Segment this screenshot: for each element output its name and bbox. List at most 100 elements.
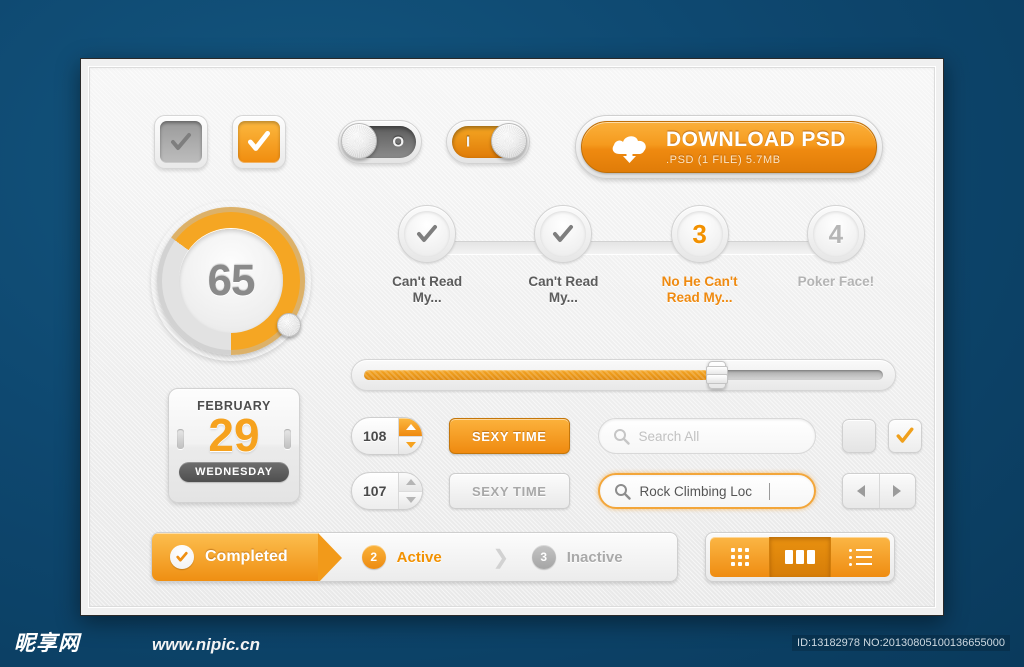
breadcrumb-label-inactive: Inactive (566, 548, 623, 566)
gauge-knob-icon[interactable] (277, 313, 301, 337)
calendar-ring-right (284, 429, 291, 449)
step-circle-4[interactable]: 4 (806, 205, 865, 263)
calendar-weekday: WEDNESDAY (179, 462, 289, 482)
watermark-id: ID:13182978 NO:20130805100136655000 (792, 635, 1010, 651)
breadcrumb-label-active: Active (396, 548, 442, 566)
small-checkbox-checked[interactable] (887, 419, 922, 453)
triangle-down-icon (405, 442, 416, 449)
column-view-button[interactable] (770, 537, 831, 577)
checkbox-orange[interactable] (232, 115, 286, 169)
step-item-4[interactable]: 4 Poker Face! (768, 205, 904, 306)
small-checkbox-empty[interactable] (841, 419, 876, 453)
download-psd-button[interactable]: DOWNLOAD PSD .PSD (1 FILE) 5.7MB (581, 121, 877, 173)
download-subtitle: .PSD (1 FILE) 5.7MB (666, 154, 781, 166)
step-item-1[interactable]: Can't Read My... (359, 205, 564, 306)
list-icon (848, 548, 872, 566)
breadcrumb-badge-3: 3 (531, 545, 556, 569)
stepper-up-button-2[interactable] (399, 473, 422, 492)
stepper-value-1: 108 (363, 428, 387, 444)
step-inner-2 (540, 211, 587, 257)
checkbox-gray-well (160, 121, 202, 163)
download-title: DOWNLOAD PSD (666, 128, 846, 151)
stepper-value-2: 107 (363, 483, 387, 499)
download-text-group: DOWNLOAD PSD .PSD (1 FILE) 5.7MB (666, 128, 846, 166)
check-icon (171, 133, 191, 150)
search-input-all[interactable]: Search All (597, 418, 816, 454)
next-button[interactable] (878, 474, 915, 508)
toggle-switch-on[interactable]: I (446, 120, 530, 164)
number-stepper-107[interactable]: 107 (351, 472, 423, 510)
step-inner-3: 3 (676, 211, 723, 257)
toggle-off-mark: O (392, 133, 404, 151)
toggle-switch-off[interactable]: O (338, 120, 422, 164)
check-icon (553, 225, 574, 242)
form-row-1: 108 SEXY TIME Search All (351, 417, 922, 455)
watermark-url: www.nipic.cn (152, 635, 260, 654)
breadcrumb-item-inactive[interactable]: 3 Inactive (514, 533, 623, 581)
step-inner-1 (404, 211, 451, 257)
step-label-2: Can't Read My... (528, 274, 599, 305)
triangle-left-icon (856, 485, 865, 497)
prev-button[interactable] (843, 474, 879, 508)
gauge-center: 65 (179, 229, 283, 333)
progress-slider[interactable] (351, 359, 896, 391)
sexy-time-button-disabled[interactable]: SEXY TIME (449, 473, 570, 509)
list-view-button[interactable] (830, 537, 890, 577)
toggle-on-mark: I (466, 133, 471, 151)
stepper-down-button-2[interactable] (399, 491, 422, 509)
triangle-right-icon (893, 485, 902, 497)
footer-watermark: 昵享网 www.nipic.cn ID:13182978 NO:20130805… (0, 619, 1024, 667)
slider-track[interactable] (364, 361, 883, 389)
panel-inner-surface: O I DOWNLOAD PSD .PSD (1 FILE) 5.7MB 65 … (88, 66, 936, 608)
step-item-3[interactable]: 3 No He Can't Read My... (632, 205, 836, 306)
checkbox-orange-well (238, 121, 280, 163)
step-circle-2[interactable] (534, 205, 593, 263)
prev-next-buttons (841, 473, 916, 509)
check-icon (417, 225, 438, 242)
download-button-frame: DOWNLOAD PSD .PSD (1 FILE) 5.7MB (575, 115, 883, 179)
watermark-logo: 昵享网 (14, 631, 80, 655)
breadcrumb-badge-2: 2 (361, 545, 386, 569)
breadcrumb-item-completed[interactable]: Completed (152, 533, 342, 581)
step-item-2[interactable]: Can't Read My... (495, 205, 700, 306)
number-stepper-108[interactable]: 108 (351, 417, 423, 455)
checkbox-gray[interactable] (154, 115, 208, 169)
toggle-on-knob[interactable] (491, 123, 527, 159)
search-icon (614, 483, 631, 500)
toggle-off-knob[interactable] (341, 123, 377, 159)
search-input-location[interactable]: Rock Climbing Loc (597, 473, 816, 509)
calendar-widget: FEBRUARY 29 WEDNESDAY (168, 388, 300, 503)
breadcrumb-badge-check (170, 545, 194, 569)
grid-view-button[interactable] (710, 537, 771, 577)
calendar-day: 29 (208, 409, 260, 461)
step-circle-1[interactable] (398, 205, 457, 263)
text-cursor (769, 482, 771, 500)
slider-handle[interactable] (705, 361, 728, 389)
view-mode-toggle (705, 532, 895, 582)
triangle-up-icon (405, 423, 416, 430)
step-circle-3[interactable]: 3 (670, 205, 729, 263)
stepper-up-button-1[interactable] (399, 418, 422, 437)
search-value-2: Rock Climbing Loc (639, 483, 753, 499)
form-row-2: 107 SEXY TIME Rock Climbing Loc (351, 472, 916, 510)
grid-icon (730, 548, 749, 566)
triangle-up-icon (405, 478, 416, 485)
triangle-down-icon (405, 497, 416, 504)
step-label-3: No He Can't Read My... (661, 274, 738, 305)
sexy-time-button-active[interactable]: SEXY TIME (449, 418, 570, 454)
search-icon (613, 428, 630, 445)
stepper-buttons-1 (398, 418, 422, 454)
check-icon (247, 130, 271, 151)
columns-icon (784, 550, 815, 564)
calendar-ring-left (177, 429, 184, 449)
stepper-down-button-1[interactable] (399, 436, 422, 454)
step-label-4: Poker Face! (797, 274, 875, 289)
slider-fill (364, 370, 717, 380)
check-icon (896, 427, 913, 443)
top-controls-row: O I (154, 115, 530, 169)
check-icon (176, 551, 188, 562)
search-placeholder-1: Search All (638, 428, 700, 444)
gauge-value: 65 (207, 256, 256, 305)
step-progress-indicator: Can't Read My... Can't Read My... 3 No H… (359, 205, 904, 306)
circular-progress-gauge[interactable]: 65 (157, 207, 305, 355)
